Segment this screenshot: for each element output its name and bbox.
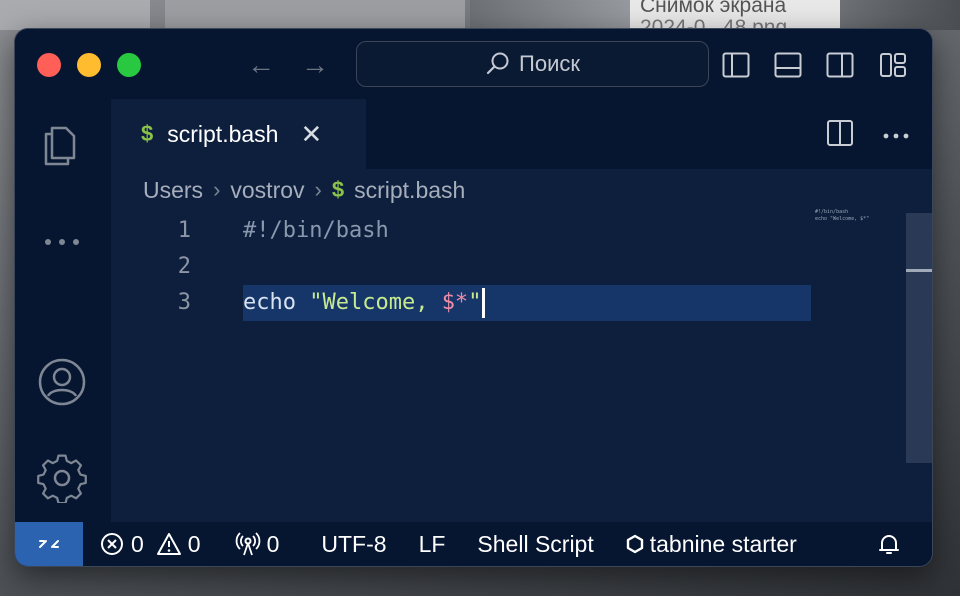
language-label: Shell Script: [477, 530, 594, 557]
line-number: 2: [177, 254, 191, 279]
breadcrumb-item-vostrov[interactable]: vostrov: [230, 177, 304, 204]
code-line: 2: [111, 249, 932, 285]
language-mode-selector[interactable]: Shell Script: [477, 531, 593, 558]
minimap-line: echo "Welcome, $*": [815, 216, 870, 222]
toggle-secondary-sidebar-icon[interactable]: [826, 51, 854, 79]
code-line: 1 #!/bin/bash: [111, 213, 932, 249]
warning-count: 0: [187, 530, 201, 557]
chevron-right-icon: ›: [213, 177, 221, 202]
code-line-current: 3 echo "Welcome, $*": [111, 285, 932, 321]
desktop-screenshot-thumbnail[interactable]: Снимок экрана 2024-0...48.png: [630, 0, 840, 28]
editor-tab-bar: $ script.bash ✕: [111, 99, 932, 169]
tab-script-bash[interactable]: $ script.bash ✕: [111, 99, 366, 169]
encoding-label: UTF-8: [321, 530, 387, 557]
split-editor-icon[interactable]: [826, 119, 854, 152]
search-icon: [485, 51, 511, 77]
toggle-panel-icon[interactable]: [774, 51, 802, 79]
string-literal: "Welcome,: [309, 290, 442, 315]
shell-file-icon: $: [141, 121, 154, 146]
warning-icon: [156, 533, 181, 555]
keyword-echo: echo: [243, 290, 296, 315]
vscode-window: ← → Поиск $ script.bash ✕ Users › vostro…: [14, 28, 933, 567]
text-cursor: [482, 288, 486, 318]
title-bar: ← → Поиск: [15, 29, 932, 99]
scrollbar-position-marker: [906, 269, 932, 272]
more-views-icon[interactable]: [37, 217, 87, 267]
broadcast-icon: [235, 532, 260, 556]
explorer-files-icon[interactable]: [37, 121, 87, 171]
line-number: 3: [177, 290, 191, 315]
desktop-background-window: [165, 0, 465, 30]
accounts-icon[interactable]: [37, 357, 87, 407]
chevron-right-icon: ›: [314, 177, 322, 202]
breadcrumb: Users › vostrov › $ script.bash: [143, 175, 465, 205]
settings-gear-icon[interactable]: [37, 453, 87, 503]
back-arrow-icon[interactable]: ←: [247, 49, 275, 81]
command-center-search[interactable]: Поиск: [356, 41, 709, 87]
close-window-button[interactable]: [37, 53, 61, 77]
desktop-background: [0, 0, 150, 30]
tabnine-hexagon-icon: [626, 534, 643, 554]
customize-layout-icon[interactable]: [879, 51, 907, 79]
tabnine-status[interactable]: tabnine starter: [626, 531, 797, 558]
error-count: 0: [131, 530, 144, 557]
tab-label: script.bash: [167, 120, 279, 147]
status-bar: 0 0 0 UTF-8 LF Shell Script tabnine star…: [15, 522, 932, 566]
forward-arrow-icon[interactable]: →: [301, 49, 329, 81]
remote-icon: [39, 540, 59, 548]
error-icon: [101, 533, 123, 555]
variable-args: $*: [441, 290, 469, 315]
thumbnail-sublabel: 2024-0...48.png: [640, 16, 788, 28]
search-placeholder: Поиск: [519, 51, 580, 76]
code-editor[interactable]: 1 #!/bin/bash 2 3 echo "Welcome, $*" #!/…: [111, 207, 932, 524]
breadcrumb-item-file[interactable]: script.bash: [354, 177, 465, 204]
vertical-scrollbar[interactable]: [906, 213, 932, 463]
line-text: echo "Welcome, $*": [243, 285, 486, 321]
breadcrumb-item-users[interactable]: Users: [143, 177, 203, 204]
toggle-primary-sidebar-icon[interactable]: [722, 51, 750, 79]
notifications-button[interactable]: [876, 531, 902, 557]
shell-file-icon: $: [331, 177, 345, 202]
problems-indicator[interactable]: 0 0: [99, 531, 201, 558]
minimap[interactable]: #!/bin/bash echo "Welcome, $*": [815, 209, 869, 223]
tabnine-label: tabnine starter: [649, 530, 797, 557]
close-icon[interactable]: ✕: [300, 119, 322, 150]
maximize-window-button[interactable]: [117, 53, 141, 77]
line-text: #!/bin/bash: [243, 218, 389, 243]
eol-selector[interactable]: LF: [419, 531, 446, 558]
encoding-selector[interactable]: UTF-8: [321, 531, 386, 558]
bell-icon: [879, 535, 899, 554]
minimize-window-button[interactable]: [77, 53, 101, 77]
eol-label: LF: [418, 530, 446, 557]
ports-indicator[interactable]: 0: [235, 530, 280, 558]
ports-count: 0: [266, 530, 280, 557]
editor-actions: [826, 119, 910, 152]
activity-bar: [15, 99, 111, 524]
minimap-line: #!/bin/bash: [815, 209, 849, 215]
line-number: 1: [177, 218, 191, 243]
more-actions-icon[interactable]: [882, 127, 910, 145]
remote-indicator-button[interactable]: [15, 522, 83, 566]
string-quote: ": [468, 290, 482, 315]
